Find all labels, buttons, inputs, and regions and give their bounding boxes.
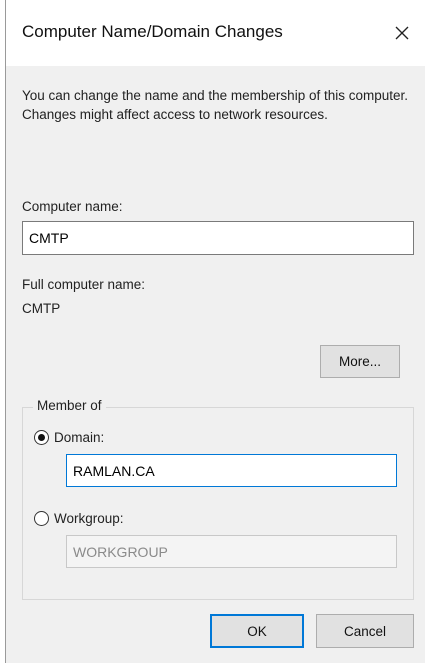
workgroup-input[interactable]: WORKGROUP: [66, 535, 397, 568]
domain-radio-label: Domain:: [54, 430, 105, 445]
workgroup-radio[interactable]: Workgroup:: [34, 511, 124, 526]
computer-name-input[interactable]: CMTP: [22, 221, 414, 255]
more-button[interactable]: More...: [320, 345, 400, 378]
computer-name-label: Computer name:: [22, 199, 123, 214]
close-button[interactable]: [385, 16, 419, 50]
domain-input[interactable]: RAMLAN.CA: [66, 454, 397, 487]
member-of-group: Member of Domain: RAMLAN.CA Workgroup: W…: [22, 398, 414, 600]
workgroup-radio-label: Workgroup:: [54, 511, 124, 526]
workgroup-radio-button[interactable]: [34, 511, 49, 526]
dialog-body: You can change the name and the membersh…: [6, 66, 425, 663]
dialog-title: Computer Name/Domain Changes: [22, 22, 283, 41]
radio-selected-dot: [38, 434, 45, 441]
domain-radio-button[interactable]: [34, 430, 49, 445]
computer-name-dialog: Computer Name/Domain Changes You can cha…: [0, 0, 425, 663]
close-icon: [395, 26, 409, 40]
cancel-button[interactable]: Cancel: [316, 614, 414, 648]
ok-button[interactable]: OK: [210, 614, 304, 648]
full-computer-name-value: CMTP: [22, 301, 61, 316]
domain-radio[interactable]: Domain:: [34, 430, 104, 445]
description-text: You can change the name and the membersh…: [22, 88, 408, 122]
member-of-legend: Member of: [33, 398, 106, 413]
title-bar[interactable]: Computer Name/Domain Changes: [6, 0, 425, 66]
full-computer-name-label: Full computer name:: [22, 277, 146, 292]
